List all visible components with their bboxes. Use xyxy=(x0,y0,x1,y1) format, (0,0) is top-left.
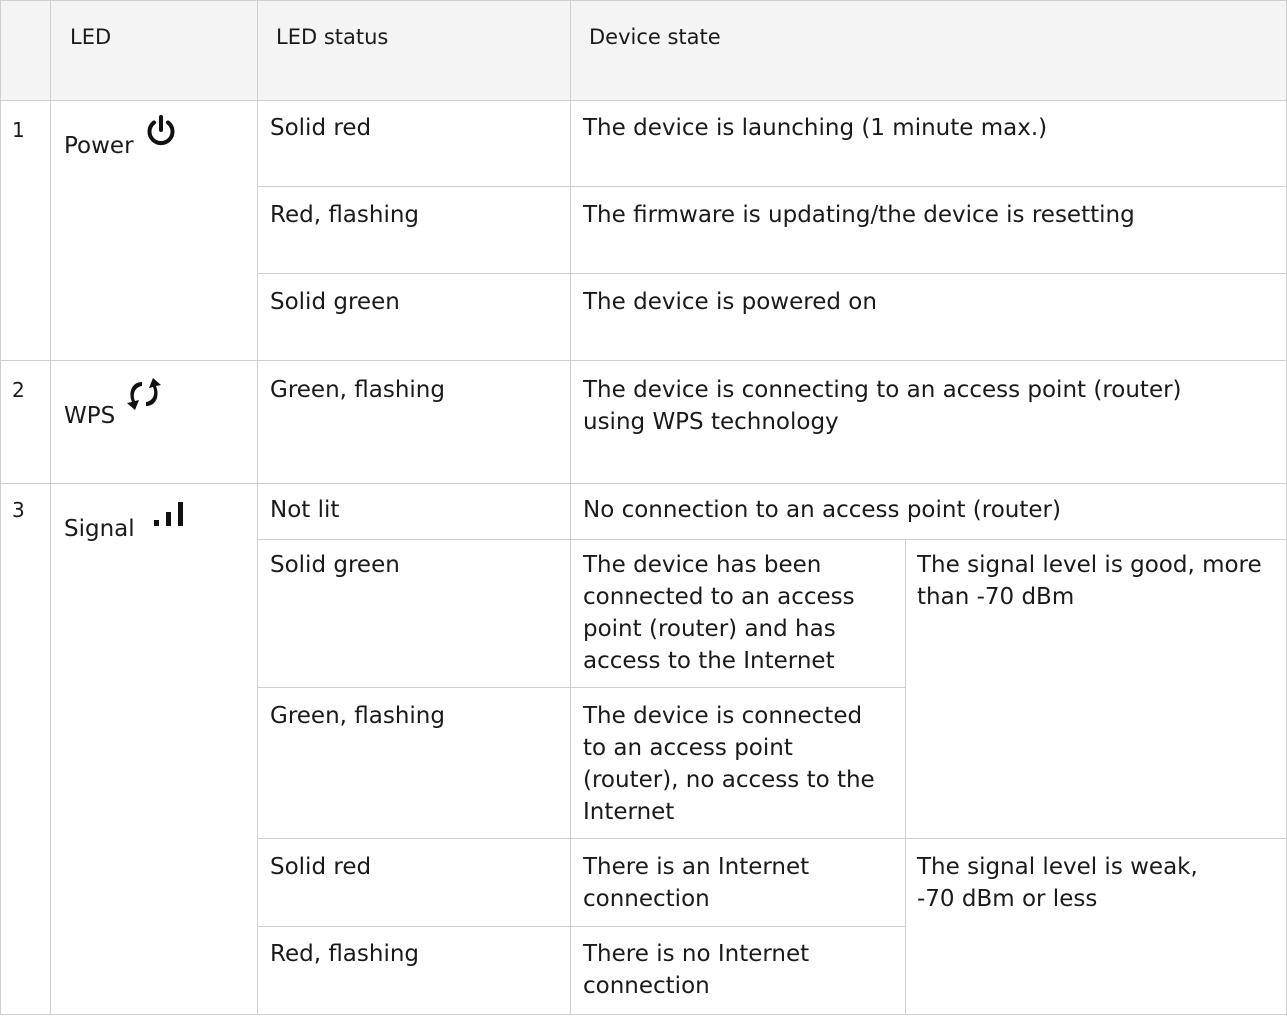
led-status-text: Solid green xyxy=(270,552,400,578)
column-divider xyxy=(0,0,1,1015)
device-state-text: to an access point xyxy=(583,735,793,761)
wps-icon xyxy=(124,376,164,412)
header-led-status: LED status xyxy=(276,25,389,49)
device-state-text: connected to an access xyxy=(583,584,855,610)
led-status-text: Red, flashing xyxy=(270,202,420,228)
led-status-text: Not lit xyxy=(270,497,340,523)
led-name-power: Power xyxy=(64,133,134,159)
led-status-text: Green, flashing xyxy=(270,703,445,729)
column-divider xyxy=(570,0,571,1015)
column-divider xyxy=(905,539,906,1015)
device-state-text: The firmware is updating/the device is r… xyxy=(583,202,1135,228)
row-number: 2 xyxy=(12,378,25,402)
device-state-text: access to the Internet xyxy=(583,648,835,674)
column-divider xyxy=(50,0,51,1015)
led-status-text: Solid red xyxy=(270,115,372,141)
device-state-text: connection xyxy=(583,973,710,999)
row-divider xyxy=(0,483,1287,484)
device-state-text: (router), no access to the xyxy=(583,767,875,793)
device-state-text: point (router) and has xyxy=(583,616,836,642)
device-state-text: using WPS technology xyxy=(583,409,839,435)
row-divider xyxy=(257,273,1287,274)
device-state-text: The device has been xyxy=(583,552,822,578)
device-state-text: There is an Internet xyxy=(583,854,810,880)
power-icon xyxy=(144,114,178,150)
row-divider xyxy=(0,100,1287,101)
device-state-text: There is no Internet xyxy=(583,941,810,967)
signal-note-text: The signal level is good, more xyxy=(917,552,1262,578)
led-status-text: Green, flashing xyxy=(270,377,445,403)
device-state-text: The device is connected xyxy=(583,703,863,729)
row-divider xyxy=(257,687,905,688)
row-divider xyxy=(257,926,905,927)
device-state-text: Internet xyxy=(583,799,675,825)
device-state-text: connection xyxy=(583,886,710,912)
signal-bars-icon xyxy=(152,500,186,532)
led-status-text: Solid red xyxy=(270,854,372,880)
device-state-text: No connection to an access point (router… xyxy=(583,497,1061,523)
led-status-text: Solid green xyxy=(270,289,400,315)
led-status-text: Red, flashing xyxy=(270,941,420,967)
row-divider xyxy=(257,539,1287,540)
signal-note-text: -70 dBm or less xyxy=(917,886,1098,912)
device-state-text: The device is powered on xyxy=(583,289,877,315)
signal-note-text: The signal level is weak, xyxy=(917,854,1198,880)
device-state-text: The device is connecting to an access po… xyxy=(583,377,1182,403)
row-divider xyxy=(257,838,1287,839)
column-divider xyxy=(257,0,258,1015)
led-name-signal: Signal xyxy=(64,516,135,542)
row-divider xyxy=(0,0,1287,1)
header-led: LED xyxy=(70,25,112,49)
row-divider xyxy=(0,360,1287,361)
row-number: 1 xyxy=(12,118,25,142)
led-name-wps: WPS xyxy=(64,403,116,429)
row-divider xyxy=(0,1014,1287,1015)
signal-note-text: than -70 dBm xyxy=(917,584,1075,610)
header-device-state: Device state xyxy=(589,25,721,49)
device-state-text: The device is launching (1 minute max.) xyxy=(583,115,1048,141)
row-number: 3 xyxy=(12,498,25,522)
row-divider xyxy=(257,186,1287,187)
led-status-table: LED LED status Device state 1 Power Soli… xyxy=(0,0,1287,1016)
